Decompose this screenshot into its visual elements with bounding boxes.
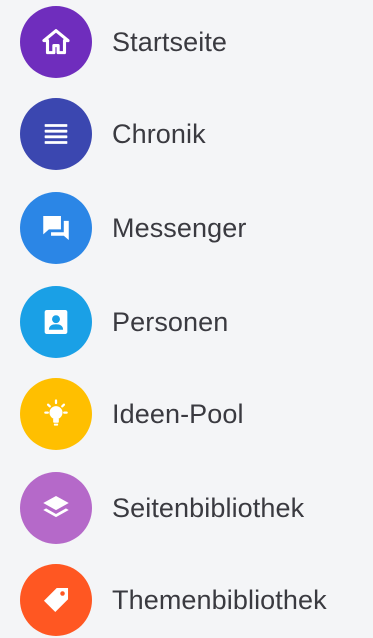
nav-item-label: Chronik bbox=[112, 119, 206, 149]
nav-item-ideen-pool[interactable]: Ideen-Pool bbox=[0, 374, 373, 454]
nav-item-themenbibliothek[interactable]: Themenbibliothek bbox=[0, 560, 373, 638]
nav-item-seitenbibliothek[interactable]: Seitenbibliothek bbox=[0, 468, 373, 548]
nav-item-label: Startseite bbox=[112, 27, 228, 57]
nav-item-startseite[interactable]: Startseite bbox=[0, 2, 373, 82]
tag-icon bbox=[20, 564, 92, 636]
nav-item-label: Ideen-Pool bbox=[112, 399, 244, 429]
person-card-icon bbox=[20, 286, 92, 358]
chat-icon bbox=[20, 192, 92, 264]
nav-item-label: Messenger bbox=[112, 213, 247, 243]
nav-item-label: Themenbibliothek bbox=[112, 585, 327, 615]
home-icon bbox=[20, 6, 92, 78]
layers-icon bbox=[20, 472, 92, 544]
nav-item-personen[interactable]: Personen bbox=[0, 282, 373, 362]
nav-item-messenger[interactable]: Messenger bbox=[0, 188, 373, 268]
nav-item-chronik[interactable]: Chronik bbox=[0, 94, 373, 174]
nav-item-label: Personen bbox=[112, 307, 229, 337]
sidebar-nav: Startseite Chronik Messenger Personen Id… bbox=[0, 0, 373, 638]
nav-item-label: Seitenbibliothek bbox=[112, 493, 305, 523]
list-icon bbox=[20, 98, 92, 170]
lightbulb-icon bbox=[20, 378, 92, 450]
